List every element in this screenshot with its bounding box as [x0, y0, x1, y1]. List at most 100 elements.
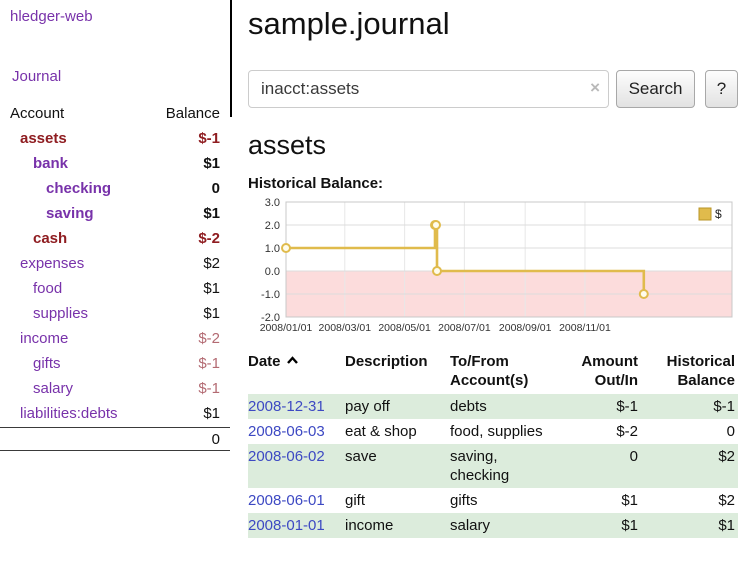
register-accounts-cell: saving, checking	[450, 444, 570, 488]
account-row: food $1	[0, 276, 230, 301]
account-link-expenses[interactable]: expenses	[0, 251, 84, 276]
col-balance: Historical Balance	[646, 350, 738, 394]
account-link-saving[interactable]: saving	[0, 201, 94, 226]
help-button[interactable]: ?	[705, 70, 738, 108]
col-date[interactable]: Date	[248, 350, 345, 394]
col-amount-label-line1: Amount	[570, 352, 638, 371]
register-header-row: Date Description To/From Account(s) Amou…	[248, 350, 738, 394]
register-row: 2008-06-01 gift gifts $1 $2	[248, 488, 738, 513]
accounts-table-header: Account Balance	[0, 101, 230, 126]
account-link-cash[interactable]: cash	[0, 226, 67, 251]
account-row: assets $-1	[0, 126, 230, 151]
data-point-marker	[282, 244, 290, 252]
account-link-liabilities-debts[interactable]: liabilities:debts	[0, 401, 118, 426]
account-balance: $-1	[198, 376, 220, 401]
register-date-cell: 2008-01-01	[248, 513, 345, 538]
y-tick-label: -1.0	[261, 289, 280, 301]
register-date-link[interactable]: 2008-06-01	[248, 492, 325, 509]
account-row: expenses $2	[0, 251, 230, 276]
main-content: sample.journal × Search ? assets Histori…	[248, 0, 738, 538]
accounts-total-value: 0	[212, 428, 220, 450]
accounts-table: assets $-1 bank $1 checking 0 saving $1 …	[0, 126, 230, 451]
col-accounts-label-line1: To/From	[450, 352, 562, 371]
clear-search-icon[interactable]: ×	[590, 78, 600, 98]
register-date-link[interactable]: 2008-06-03	[248, 423, 325, 440]
account-link-salary[interactable]: salary	[0, 376, 73, 401]
y-tick-label: 0.0	[265, 266, 280, 278]
account-row: bank $1	[0, 151, 230, 176]
register-accounts-cell: food, supplies	[450, 419, 570, 444]
register-date-link[interactable]: 2008-12-31	[248, 398, 325, 415]
account-balance: 0	[212, 176, 220, 201]
accounts-header-balance: Balance	[166, 101, 220, 126]
accounts-header-account: Account	[10, 101, 64, 126]
col-amount-label-line2: Out/In	[570, 371, 638, 390]
search-field-wrap: ×	[248, 70, 609, 108]
balance-chart: 2008/01/012008/03/012008/05/012008/07/01…	[248, 198, 738, 338]
register-date-cell: 2008-06-02	[248, 444, 345, 488]
y-tick-label: 1.0	[265, 243, 280, 255]
register-account-line: gifts	[450, 491, 562, 510]
account-link-income[interactable]: income	[0, 326, 68, 351]
data-point-marker	[640, 290, 648, 298]
register-table: Date Description To/From Account(s) Amou…	[248, 350, 738, 538]
data-point-marker	[433, 267, 441, 275]
register-account-line: checking	[450, 466, 562, 485]
nav-journal-link[interactable]: Journal	[12, 68, 230, 85]
data-point-marker	[432, 221, 440, 229]
register-row: 2008-01-01 income salary $1 $1	[248, 513, 738, 538]
account-balance: $-1	[198, 126, 220, 151]
account-link-food[interactable]: food	[0, 276, 62, 301]
col-balance-label-line2: Balance	[646, 371, 735, 390]
register-accounts-cell: debts	[450, 394, 570, 419]
account-row: income $-2	[0, 326, 230, 351]
search-button[interactable]: Search	[616, 70, 695, 108]
register-date-link[interactable]: 2008-06-02	[248, 448, 325, 465]
account-balance: $1	[203, 151, 220, 176]
account-link-assets[interactable]: assets	[0, 126, 67, 151]
search-bar: × Search ?	[248, 70, 738, 108]
account-link-gifts[interactable]: gifts	[0, 351, 61, 376]
brand-link[interactable]: hledger-web	[10, 8, 230, 25]
register-date-link[interactable]: 2008-01-01	[248, 517, 325, 534]
sidebar: hledger-web Journal Account Balance asse…	[0, 0, 230, 451]
register-amount-cell: $-2	[570, 419, 646, 444]
account-row: liabilities:debts $1	[0, 401, 230, 426]
col-description: Description	[345, 350, 450, 394]
search-input[interactable]	[248, 70, 609, 108]
register-row: 2008-06-03 eat & shop food, supplies $-2…	[248, 419, 738, 444]
account-balance: $2	[203, 251, 220, 276]
account-row: cash $-2	[0, 226, 230, 251]
register-balance-cell: $2	[646, 488, 738, 513]
y-tick-label: -2.0	[261, 312, 280, 324]
x-tick-label: 2008/09/01	[499, 322, 552, 334]
register-date-cell: 2008-06-01	[248, 488, 345, 513]
register-account-line: saving,	[450, 447, 562, 466]
accounts-total-row: 0	[0, 427, 230, 451]
register-description-cell: pay off	[345, 394, 450, 419]
register-date-cell: 2008-06-03	[248, 419, 345, 444]
col-accounts: To/From Account(s)	[450, 350, 570, 394]
legend-label: $	[715, 207, 722, 221]
account-balance: $1	[203, 401, 220, 426]
account-balance: $1	[203, 201, 220, 226]
chart-title: Historical Balance:	[248, 175, 738, 192]
register-amount-cell: $1	[570, 513, 646, 538]
register-description-cell: eat & shop	[345, 419, 450, 444]
register-account-line: salary	[450, 516, 562, 535]
account-balance: $1	[203, 301, 220, 326]
register-date-cell: 2008-12-31	[248, 394, 345, 419]
page-title: sample.journal	[248, 6, 738, 42]
account-row: salary $-1	[0, 376, 230, 401]
account-link-checking[interactable]: checking	[0, 176, 111, 201]
col-description-label: Description	[345, 353, 428, 370]
register-row: 2008-06-02 save saving, checking 0 $2	[248, 444, 738, 488]
col-amount: Amount Out/In	[570, 350, 646, 394]
register-balance-cell: 0	[646, 419, 738, 444]
register-balance-cell: $-1	[646, 394, 738, 419]
account-link-supplies[interactable]: supplies	[0, 301, 88, 326]
account-balance: $1	[203, 276, 220, 301]
register-description-cell: save	[345, 444, 450, 488]
account-link-bank[interactable]: bank	[0, 151, 68, 176]
account-row: supplies $1	[0, 301, 230, 326]
